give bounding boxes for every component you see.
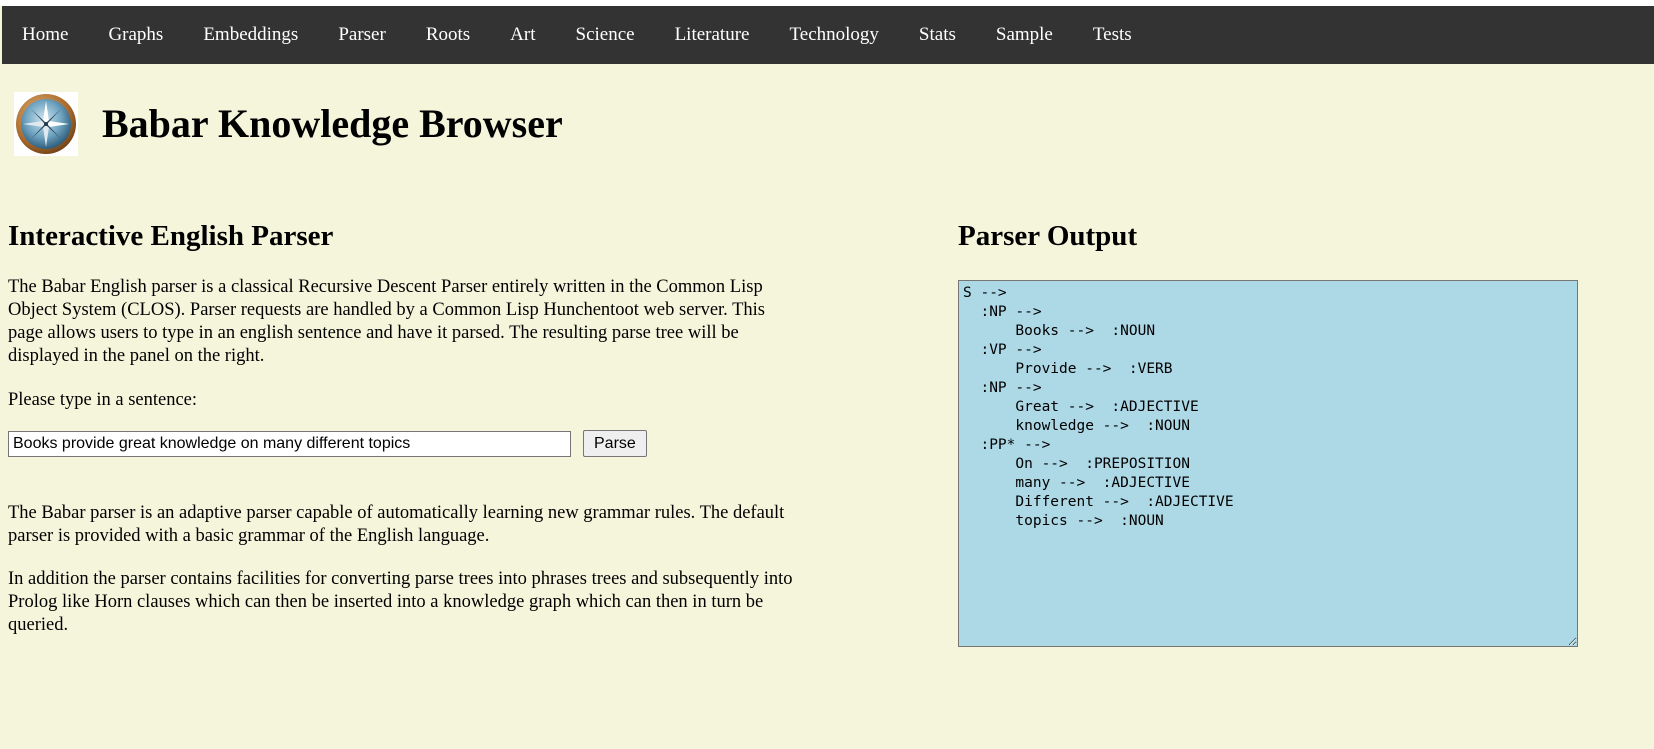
horn-clauses-paragraph: In addition the parser contains faciliti… <box>8 569 793 635</box>
nav-tests[interactable]: Tests <box>1073 6 1152 64</box>
nav-graphs[interactable]: Graphs <box>88 6 183 64</box>
parser-output-textarea[interactable]: S --> :NP --> Books --> :NOUN :VP --> Pr… <box>958 280 1578 647</box>
nav-sample[interactable]: Sample <box>976 6 1073 64</box>
nav-parser[interactable]: Parser <box>318 6 405 64</box>
nav-science[interactable]: Science <box>556 6 655 64</box>
compass-icon <box>14 92 78 156</box>
nav-technology[interactable]: Technology <box>769 6 898 64</box>
parse-button[interactable]: Parse <box>583 430 647 457</box>
intro-paragraph: The Babar English parser is a classical … <box>8 277 765 366</box>
parse-form: Parse <box>8 430 798 457</box>
output-heading: Parser Output <box>958 220 1138 252</box>
sentence-input[interactable] <box>8 430 571 457</box>
nav-roots[interactable]: Roots <box>406 6 490 64</box>
nav-stats[interactable]: Stats <box>899 6 976 64</box>
nav-literature[interactable]: Literature <box>655 6 770 64</box>
adaptive-paragraph: The Babar parser is an adaptive parser c… <box>8 503 785 546</box>
nav-art[interactable]: Art <box>490 6 555 64</box>
nav-home[interactable]: Home <box>2 6 88 64</box>
parser-input-section: Interactive English Parser The Babar Eng… <box>8 218 798 637</box>
site-title: Babar Knowledge Browser <box>102 101 563 146</box>
nav-embeddings[interactable]: Embeddings <box>183 6 318 64</box>
parser-output-section: Parser Output S --> :NP --> Books --> :N… <box>958 218 1588 647</box>
parser-heading: Interactive English Parser <box>8 220 334 252</box>
top-navbar: Home Graphs Embeddings Parser Roots Art … <box>2 6 1654 64</box>
sentence-prompt: Please type in a sentence: <box>8 390 198 410</box>
